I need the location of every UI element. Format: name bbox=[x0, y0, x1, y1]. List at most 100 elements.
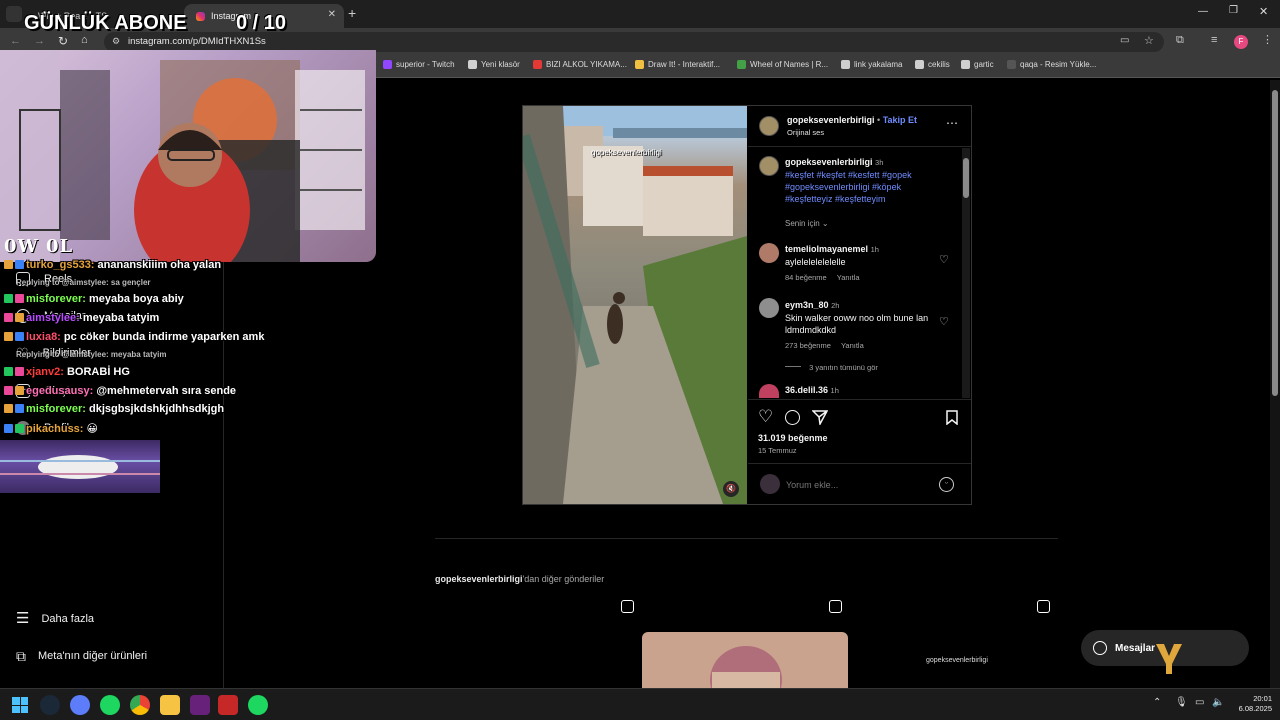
comment-author[interactable]: temeliolmayanemel bbox=[785, 244, 868, 254]
follow-button[interactable]: Takip Et bbox=[883, 115, 917, 125]
home-icon[interactable]: ⌂ bbox=[81, 34, 88, 46]
chrome-icon[interactable] bbox=[130, 695, 150, 715]
comment-like-icon[interactable]: ♡ bbox=[939, 315, 949, 328]
caption-author[interactable]: gopeksevenlerbirligi bbox=[785, 157, 873, 167]
reply-button[interactable]: Yanıtla bbox=[837, 273, 860, 282]
app-red-icon[interactable] bbox=[218, 695, 238, 715]
bookmark-favicon-icon bbox=[841, 60, 850, 69]
bookmark-favicon-icon bbox=[737, 60, 746, 69]
comment-like-icon[interactable]: ♡ bbox=[939, 253, 949, 266]
bookmark-label: cekilis bbox=[928, 60, 950, 69]
caption-hashtags[interactable]: #keşfet #keşfet #kesfett #gopek #gopekse… bbox=[785, 170, 912, 204]
bookmark-item[interactable]: Draw It! - Interaktif... bbox=[635, 60, 720, 69]
save-button[interactable] bbox=[946, 410, 958, 425]
bookmark-item[interactable]: cekilis bbox=[915, 60, 950, 69]
post-author-avatar[interactable] bbox=[759, 116, 779, 136]
emoji-icon[interactable]: ᵕ bbox=[939, 477, 954, 492]
app-icon[interactable] bbox=[70, 695, 90, 715]
comment-likes[interactable]: 273 beğenme bbox=[785, 341, 831, 350]
reply-button[interactable]: Yanıtla bbox=[841, 341, 864, 350]
chat-text: anananskiiim oha yalan bbox=[97, 259, 222, 271]
stream-logo: 0W 0L bbox=[4, 236, 74, 257]
share-button[interactable] bbox=[812, 409, 828, 425]
comment-avatar[interactable] bbox=[759, 243, 779, 263]
sidebar-more[interactable]: ☰ Daha fazla bbox=[16, 610, 94, 627]
comment-author[interactable]: eym3n_80 bbox=[785, 300, 829, 310]
chat-text: 😀 bbox=[86, 423, 98, 435]
bookmark-item[interactable]: superior - Twitch bbox=[383, 60, 455, 69]
scrollbar-thumb[interactable] bbox=[963, 158, 969, 198]
caption-avatar[interactable] bbox=[759, 156, 779, 176]
bookmark-item[interactable]: Yeni klasör bbox=[468, 60, 520, 69]
extensions-icon[interactable]: ⧉ bbox=[1176, 34, 1184, 47]
bookmark-star-icon[interactable]: ☆ bbox=[1144, 34, 1154, 47]
comment-author[interactable]: 36.delil.36 bbox=[785, 385, 828, 395]
bookmark-item[interactable]: qaqa - Resim Yükle... bbox=[1007, 60, 1096, 69]
new-tab-button[interactable]: + bbox=[348, 5, 356, 21]
for-you-filter[interactable]: Senin için ⌄ bbox=[785, 219, 829, 228]
forward-icon[interactable]: → bbox=[34, 35, 45, 47]
comment-avatar[interactable] bbox=[759, 384, 779, 398]
back-icon[interactable]: ← bbox=[10, 35, 21, 47]
chat-message: aimstylee: meyaba tatyim bbox=[4, 312, 159, 324]
spotify-icon[interactable] bbox=[100, 695, 120, 715]
bookmark-label: qaqa - Resim Yükle... bbox=[1020, 60, 1097, 69]
close-window-button[interactable]: ✕ bbox=[1259, 5, 1268, 18]
tab-search-button[interactable] bbox=[6, 6, 22, 22]
mute-icon[interactable]: 🔇 bbox=[723, 481, 739, 497]
post-video[interactable]: gopeksevenlerbirligi 🔇 bbox=[523, 106, 747, 504]
visual-studio-icon[interactable] bbox=[190, 695, 210, 715]
chat-badge-icon bbox=[15, 294, 24, 303]
page-scrollbar[interactable] bbox=[1270, 80, 1280, 688]
comment-avatar[interactable] bbox=[759, 298, 779, 318]
browser-menu-icon[interactable]: ⋮ bbox=[1262, 33, 1273, 46]
tray-chevron-icon[interactable]: ⌃ bbox=[1153, 697, 1161, 708]
sidebar-meta-products[interactable]: ⧉ Meta'nın diğer ürünleri bbox=[16, 649, 147, 663]
spotify-icon[interactable] bbox=[248, 695, 268, 715]
bookmark-item[interactable]: gartic bbox=[961, 60, 994, 69]
view-replies-button[interactable]: 3 yanıtın tümünü gör bbox=[785, 363, 878, 372]
maximize-button[interactable]: ❐ bbox=[1229, 5, 1238, 16]
microphone-icon[interactable]: 🎙 bbox=[1175, 697, 1188, 708]
comment-likes[interactable]: 84 beğenme bbox=[785, 273, 827, 282]
bookmark-item[interactable]: link yakalama bbox=[841, 60, 902, 69]
comments-scrollbar[interactable] bbox=[962, 148, 970, 398]
hamburger-icon: ☰ bbox=[16, 610, 30, 627]
volume-icon[interactable]: 🔈 bbox=[1212, 697, 1224, 708]
steam-icon[interactable] bbox=[40, 695, 60, 715]
chat-badge-icon bbox=[4, 424, 13, 433]
chat-username: turko_gs533: bbox=[26, 259, 95, 271]
reload-icon[interactable]: ↻ bbox=[58, 34, 68, 48]
tab-close-icon[interactable]: ✕ bbox=[328, 9, 336, 20]
chat-badge-icon bbox=[4, 313, 13, 322]
cast-icon[interactable]: ▭ bbox=[1120, 35, 1129, 46]
comment-text: aylelelelelelelle bbox=[785, 257, 846, 267]
bookmark-favicon-icon bbox=[915, 60, 924, 69]
file-explorer-icon[interactable] bbox=[160, 695, 180, 715]
comment-input[interactable] bbox=[786, 477, 926, 493]
more-posts-user[interactable]: gopeksevenlerbirligi bbox=[435, 574, 523, 584]
url-field[interactable]: ⚙ instagram.com/p/DMIdTHXN1Ss ▭ ☆ bbox=[104, 32, 1164, 52]
profile-avatar[interactable]: F bbox=[1234, 35, 1248, 49]
likes-count[interactable]: 31.019 beğenme bbox=[758, 433, 828, 443]
minimize-button[interactable]: — bbox=[1198, 6, 1208, 17]
bookmark-item[interactable]: Wheel of Names | R... bbox=[737, 60, 828, 69]
view-replies-label: 3 yanıtın tümünü gör bbox=[809, 363, 878, 372]
like-button[interactable]: ♡ bbox=[758, 408, 773, 425]
send-icon bbox=[812, 410, 828, 425]
clock[interactable]: 20:01 6.08.2025 bbox=[1226, 694, 1272, 714]
chat-badge-icon bbox=[15, 332, 24, 341]
site-info-icon[interactable]: ⚙ bbox=[112, 36, 120, 47]
post-author-name[interactable]: gopeksevenlerbirligi bbox=[787, 115, 875, 125]
more-options-icon[interactable]: ⋯ bbox=[946, 116, 958, 130]
network-icon[interactable]: ▭ bbox=[1195, 697, 1204, 708]
chat-badge-icon bbox=[15, 424, 24, 433]
bookmark-item[interactable]: BIZI ALKOL YIKAMA... bbox=[533, 60, 627, 69]
windows-start-icon[interactable] bbox=[12, 697, 28, 713]
comment-button[interactable] bbox=[785, 410, 800, 425]
grid-post-thumbnail[interactable] bbox=[642, 632, 848, 688]
clock-time: 20:01 bbox=[1253, 694, 1272, 703]
media-controls-icon[interactable]: ≡ bbox=[1211, 34, 1217, 46]
page-scrollbar-thumb[interactable] bbox=[1272, 90, 1278, 396]
audio-label[interactable]: Orijinal ses bbox=[787, 128, 824, 137]
